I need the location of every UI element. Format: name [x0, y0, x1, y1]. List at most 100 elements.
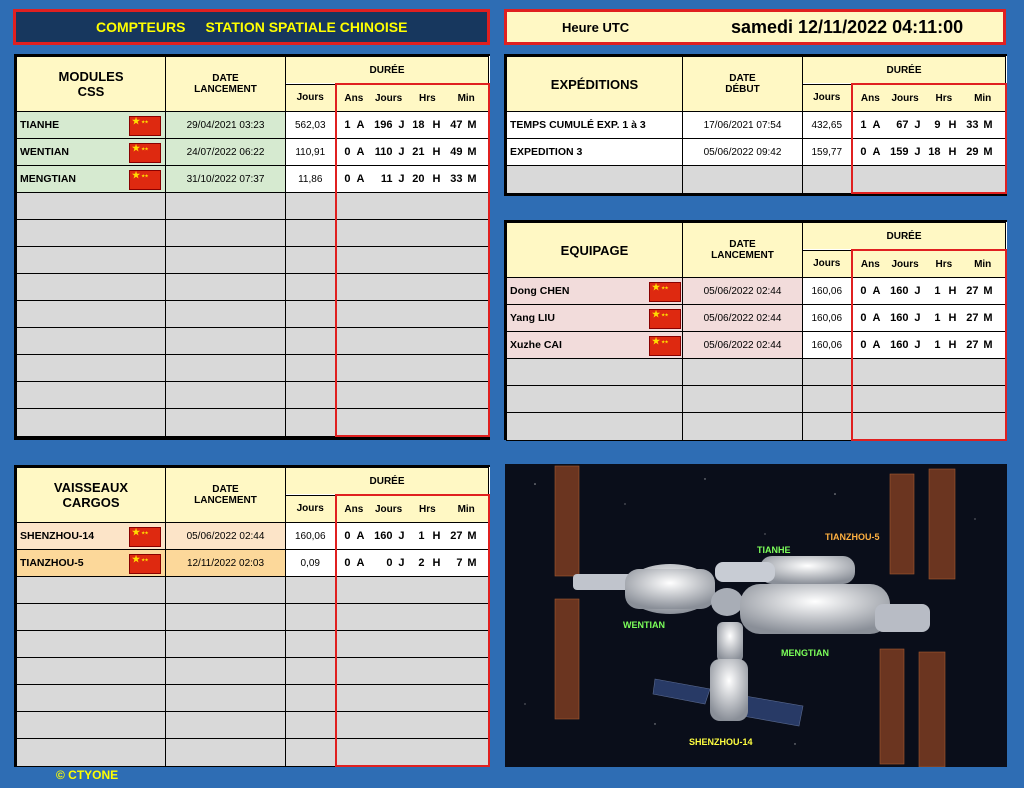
row-name — [16, 219, 166, 247]
table-row — [16, 327, 490, 355]
duration-a-value: 1 — [860, 119, 867, 131]
eq-date-line1: DATE — [729, 239, 756, 250]
duration-a-value: 0 — [860, 339, 867, 351]
row-jours: 159,77 — [802, 138, 852, 166]
modules-jours-header: Jours — [285, 83, 336, 112]
duration-h-value: 18 — [412, 119, 425, 131]
min-header: Min — [457, 92, 475, 104]
duration-h-value: 1 — [934, 339, 941, 351]
row-name: WENTIAN — [16, 138, 166, 166]
row-name — [16, 327, 166, 355]
row-name — [16, 408, 166, 437]
table-row — [16, 738, 490, 767]
duration-h-unit: H — [948, 285, 957, 297]
table-row — [506, 358, 1007, 386]
duration-j-unit: J — [398, 557, 405, 569]
row-name-text: TIANHE — [20, 119, 60, 131]
row-date: 05/06/2022 09:42 — [682, 138, 803, 166]
row-date — [165, 354, 286, 382]
duration-j-unit: J — [398, 119, 405, 131]
row-date: 05/06/2022 02:44 — [682, 277, 803, 305]
table-row: EXPEDITION 3 05/06/2022 09:42 159,77 0 A 159 J… — [506, 138, 1007, 166]
table-row: TIANHE 29/04/2021 03:23562,03 1A 196 J 18 H 47 M — [16, 111, 490, 139]
table-row — [16, 354, 490, 382]
eq-jours-header: Jours — [802, 249, 852, 278]
exp-date-line1: DATE — [729, 73, 756, 84]
min-header: Min — [974, 92, 992, 104]
china-flag-icon — [129, 143, 161, 163]
row-jours — [285, 630, 336, 658]
expeditions-date-header: DATE DÉBUT — [682, 56, 803, 112]
table-row: Xuzhe CAI 05/06/2022 02:44160,06 0A 160 J 1H2… — [506, 331, 1007, 359]
table-row: Dong CHEN 05/06/2022 02:44160,06 0A 160 J 1H2… — [506, 277, 1007, 305]
row-date — [165, 738, 286, 767]
table-row: SHENZHOU-14 05/06/2022 02:44160,06 0A 160 J 1… — [16, 522, 490, 550]
title-banner: COMPTEURS STATION SPATIALE CHINOISE — [13, 9, 490, 45]
duration-m-value: 47 — [450, 119, 463, 131]
table-row — [16, 219, 490, 247]
duration-j-value: 160 — [890, 339, 909, 351]
table-row — [16, 630, 490, 658]
duration-a-unit: A — [356, 557, 365, 569]
equipage-table: EQUIPAGE DATE LANCEMENT DURÉE Jours Ans … — [506, 222, 1007, 441]
vs-date-line1: DATE — [212, 484, 239, 495]
duration-j-unit: J — [914, 146, 921, 158]
duration-cell: 0 A 160 J 1 H 27 M — [850, 277, 1007, 305]
duration-a-value: 0 — [860, 312, 867, 324]
duration-a-unit: A — [872, 312, 881, 324]
footer-copyright: © CTYONE — [56, 768, 119, 782]
row-name: Dong CHEN — [506, 277, 683, 305]
duration-m-value: 49 — [450, 146, 463, 158]
duration-j-value: 0 — [386, 557, 393, 569]
row-jours: 432,65 — [802, 111, 852, 139]
duration-h-unit: H — [432, 557, 441, 569]
modules-header-line2: CSS — [77, 84, 105, 99]
label-wentian: WENTIAN — [623, 620, 665, 630]
duration-m-unit: M — [467, 173, 477, 185]
station-illustration — [524, 465, 976, 767]
duration-cell — [334, 273, 490, 301]
duration-cell: 1 A 196 J 18 H 47 M — [334, 111, 490, 139]
row-name — [506, 385, 683, 413]
duration-m-unit: M — [467, 119, 477, 131]
row-jours — [285, 354, 336, 382]
jours2-header: Jours — [891, 258, 919, 270]
duration-cell — [334, 408, 490, 437]
table-row — [16, 711, 490, 739]
china-flag-icon — [129, 554, 161, 574]
duration-cell — [334, 300, 490, 328]
row-date: 12/11/2022 02:03 — [165, 549, 286, 577]
utc-clock: Heure UTC samedi 12/11/2022 04:11:00 — [504, 9, 1006, 45]
vaisseaux-header: VAISSEAUX CARGOS — [16, 467, 166, 523]
utc-value: samedi 12/11/2022 04:11:00 — [731, 16, 964, 37]
jours2-header: Jours — [374, 92, 403, 104]
table-row — [16, 381, 490, 409]
row-date: 17/06/2021 07:54 — [682, 111, 803, 139]
row-date: 05/06/2022 02:44 — [165, 522, 286, 550]
row-jours: 160,06 — [802, 304, 852, 332]
duration-a-value: 0 — [344, 557, 351, 569]
modules-date-header: DATE LANCEMENT — [165, 56, 286, 112]
duration-a-value: 0 — [860, 146, 867, 158]
eq-subheaders: Ans Jours Hrs Min — [850, 249, 1007, 278]
row-date — [682, 412, 803, 441]
modules-header: MODULES CSS — [16, 56, 166, 112]
row-name — [506, 165, 683, 194]
row-name — [16, 657, 166, 685]
row-date: 05/06/2022 02:44 — [682, 331, 803, 359]
duration-a-unit: A — [356, 119, 365, 131]
expeditions-header: EXPÉDITIONS — [506, 56, 683, 112]
duration-j-value: 11 — [380, 173, 393, 185]
modules-date-line2: LANCEMENT — [194, 84, 257, 95]
duration-cell — [334, 219, 490, 247]
row-jours — [285, 711, 336, 739]
row-name-text: MENGTIAN — [20, 173, 76, 185]
row-date — [165, 603, 286, 631]
exp-jours-header: Jours — [802, 83, 852, 112]
china-flag-icon — [649, 336, 681, 356]
jours2-header: Jours — [891, 92, 919, 104]
duration-cell: 0A0J2H7M — [334, 549, 490, 577]
row-date — [682, 385, 803, 413]
row-jours — [285, 738, 336, 767]
duration-cell — [334, 738, 490, 767]
